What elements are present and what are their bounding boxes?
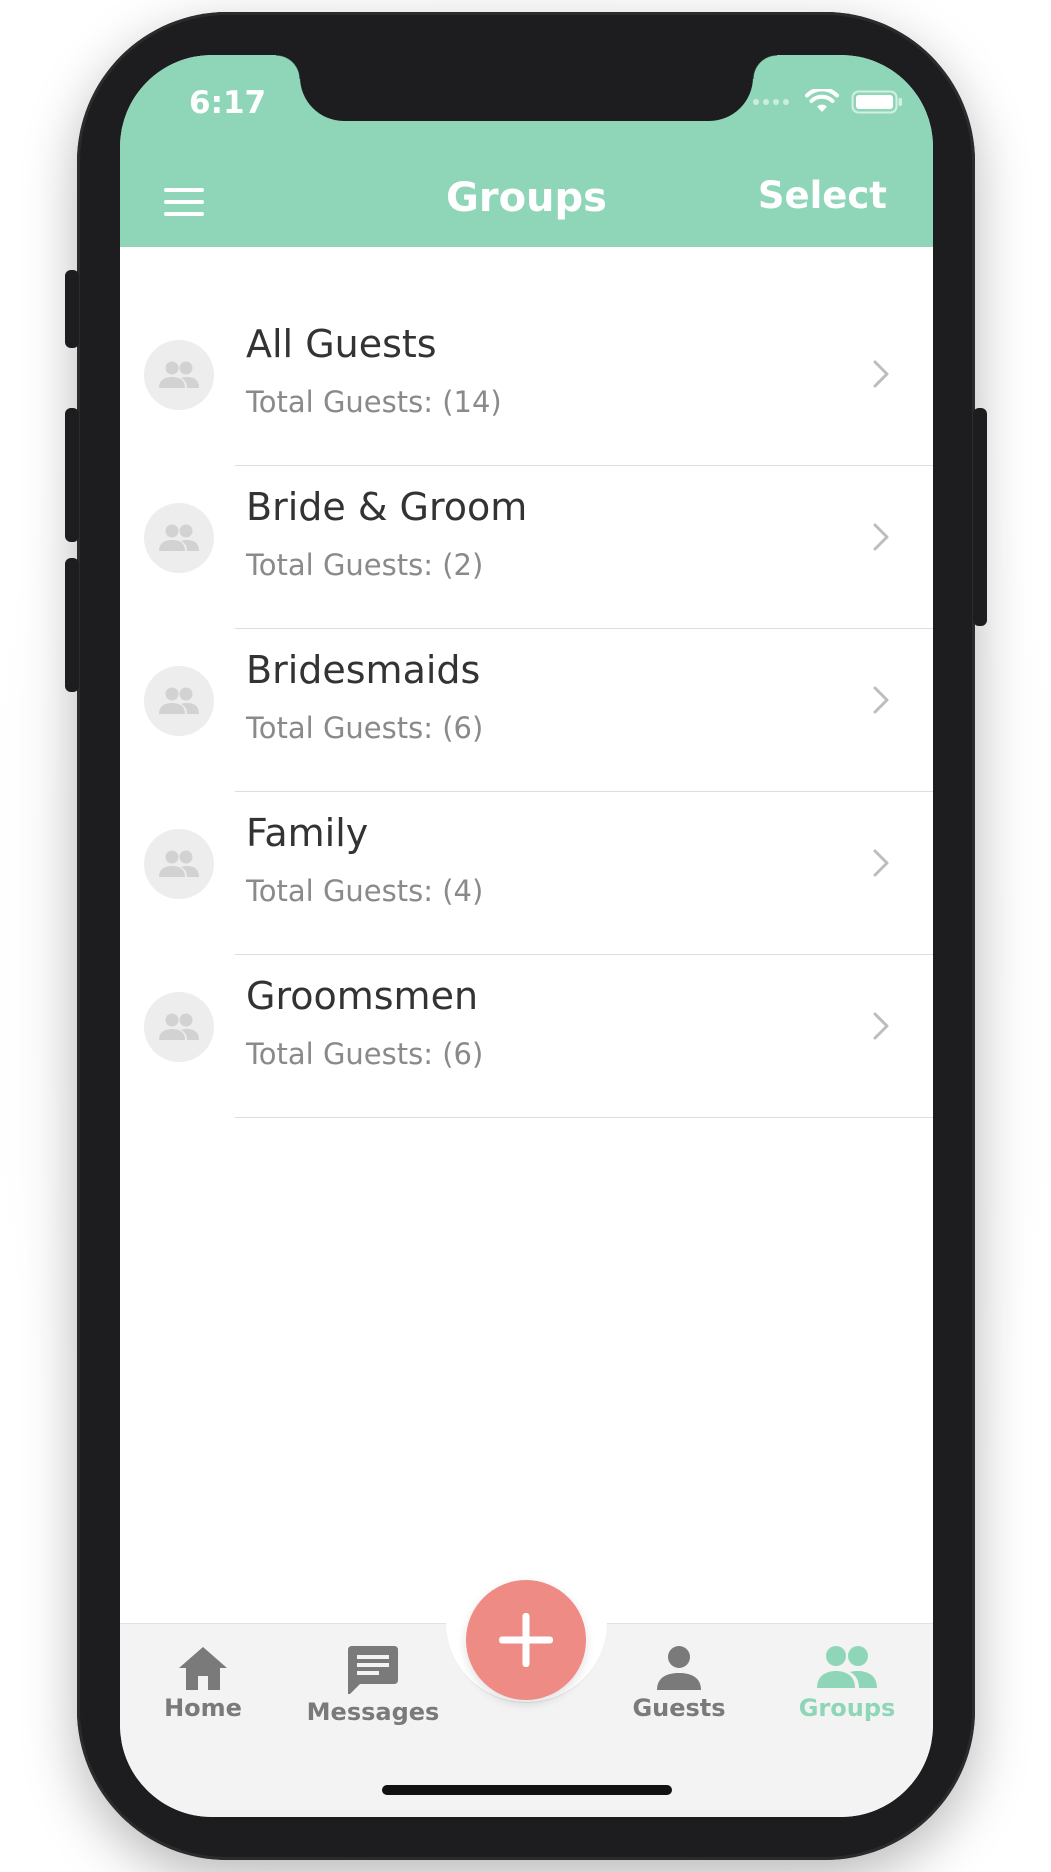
app-screen: 6:17 Groups Select All Guests Total Gues… xyxy=(120,55,933,1817)
group-guest-count: Total Guests: (4) xyxy=(246,874,484,908)
battery-icon xyxy=(851,90,902,114)
person-icon xyxy=(657,1646,701,1690)
tab-home[interactable]: Home xyxy=(128,1644,278,1722)
people-icon xyxy=(159,687,199,714)
select-button[interactable]: Select xyxy=(758,174,887,217)
list-item-group[interactable]: Bridesmaids Total Guests: (6) xyxy=(120,629,933,792)
home-indicator xyxy=(382,1785,672,1795)
chevron-right-icon xyxy=(873,686,889,714)
group-name: Bridesmaids xyxy=(246,648,481,692)
status-time: 6:17 xyxy=(189,85,267,121)
tab-messages[interactable]: Messages xyxy=(298,1644,448,1726)
group-guest-count: Total Guests: (14) xyxy=(246,385,502,419)
people-icon xyxy=(817,1646,877,1688)
list-item-group[interactable]: All Guests Total Guests: (14) xyxy=(120,303,933,466)
notch xyxy=(276,55,777,121)
group-name: All Guests xyxy=(246,322,437,366)
people-icon xyxy=(159,524,199,551)
group-avatar xyxy=(144,829,214,899)
group-name: Bride & Groom xyxy=(246,485,528,529)
group-guest-count: Total Guests: (6) xyxy=(246,711,484,745)
silent-switch xyxy=(65,270,79,348)
stage: 6:17 Groups Select All Guests Total Gues… xyxy=(0,0,1051,1872)
power-button xyxy=(973,408,987,626)
chevron-right-icon xyxy=(873,360,889,388)
volume-up-button xyxy=(65,408,79,542)
group-guest-count: Total Guests: (2) xyxy=(246,548,484,582)
cellular-signal-icon xyxy=(753,99,789,105)
tab-messages-label: Messages xyxy=(306,1698,440,1726)
chevron-right-icon xyxy=(873,523,889,551)
wifi-icon xyxy=(805,89,839,112)
tab-home-label: Home xyxy=(164,1694,242,1722)
list-item-group[interactable]: Bride & Groom Total Guests: (2) xyxy=(120,466,933,629)
tab-guests[interactable]: Guests xyxy=(604,1644,754,1722)
chevron-right-icon xyxy=(873,849,889,877)
list-item-group[interactable]: Family Total Guests: (4) xyxy=(120,792,933,955)
volume-down-button xyxy=(65,558,79,692)
group-name: Groomsmen xyxy=(246,974,479,1018)
tab-groups-label: Groups xyxy=(798,1694,896,1722)
plus-icon xyxy=(499,1613,553,1667)
group-name: Family xyxy=(246,811,369,855)
group-avatar xyxy=(144,992,214,1062)
people-icon xyxy=(159,361,199,388)
people-icon xyxy=(159,1013,199,1040)
add-button[interactable] xyxy=(466,1580,586,1700)
list-item-group[interactable]: Groomsmen Total Guests: (6) xyxy=(120,955,933,1118)
chevron-right-icon xyxy=(873,1012,889,1040)
tab-groups[interactable]: Groups xyxy=(772,1644,922,1722)
home-icon xyxy=(179,1647,227,1690)
group-avatar xyxy=(144,666,214,736)
row-divider xyxy=(235,1117,933,1118)
group-avatar xyxy=(144,503,214,573)
group-list: All Guests Total Guests: (14) Bride & Gr… xyxy=(120,303,933,1118)
group-avatar xyxy=(144,340,214,410)
tab-guests-label: Guests xyxy=(632,1694,726,1722)
people-icon xyxy=(159,850,199,877)
message-icon xyxy=(348,1646,398,1694)
status-icons xyxy=(753,89,903,115)
group-guest-count: Total Guests: (6) xyxy=(246,1037,484,1071)
